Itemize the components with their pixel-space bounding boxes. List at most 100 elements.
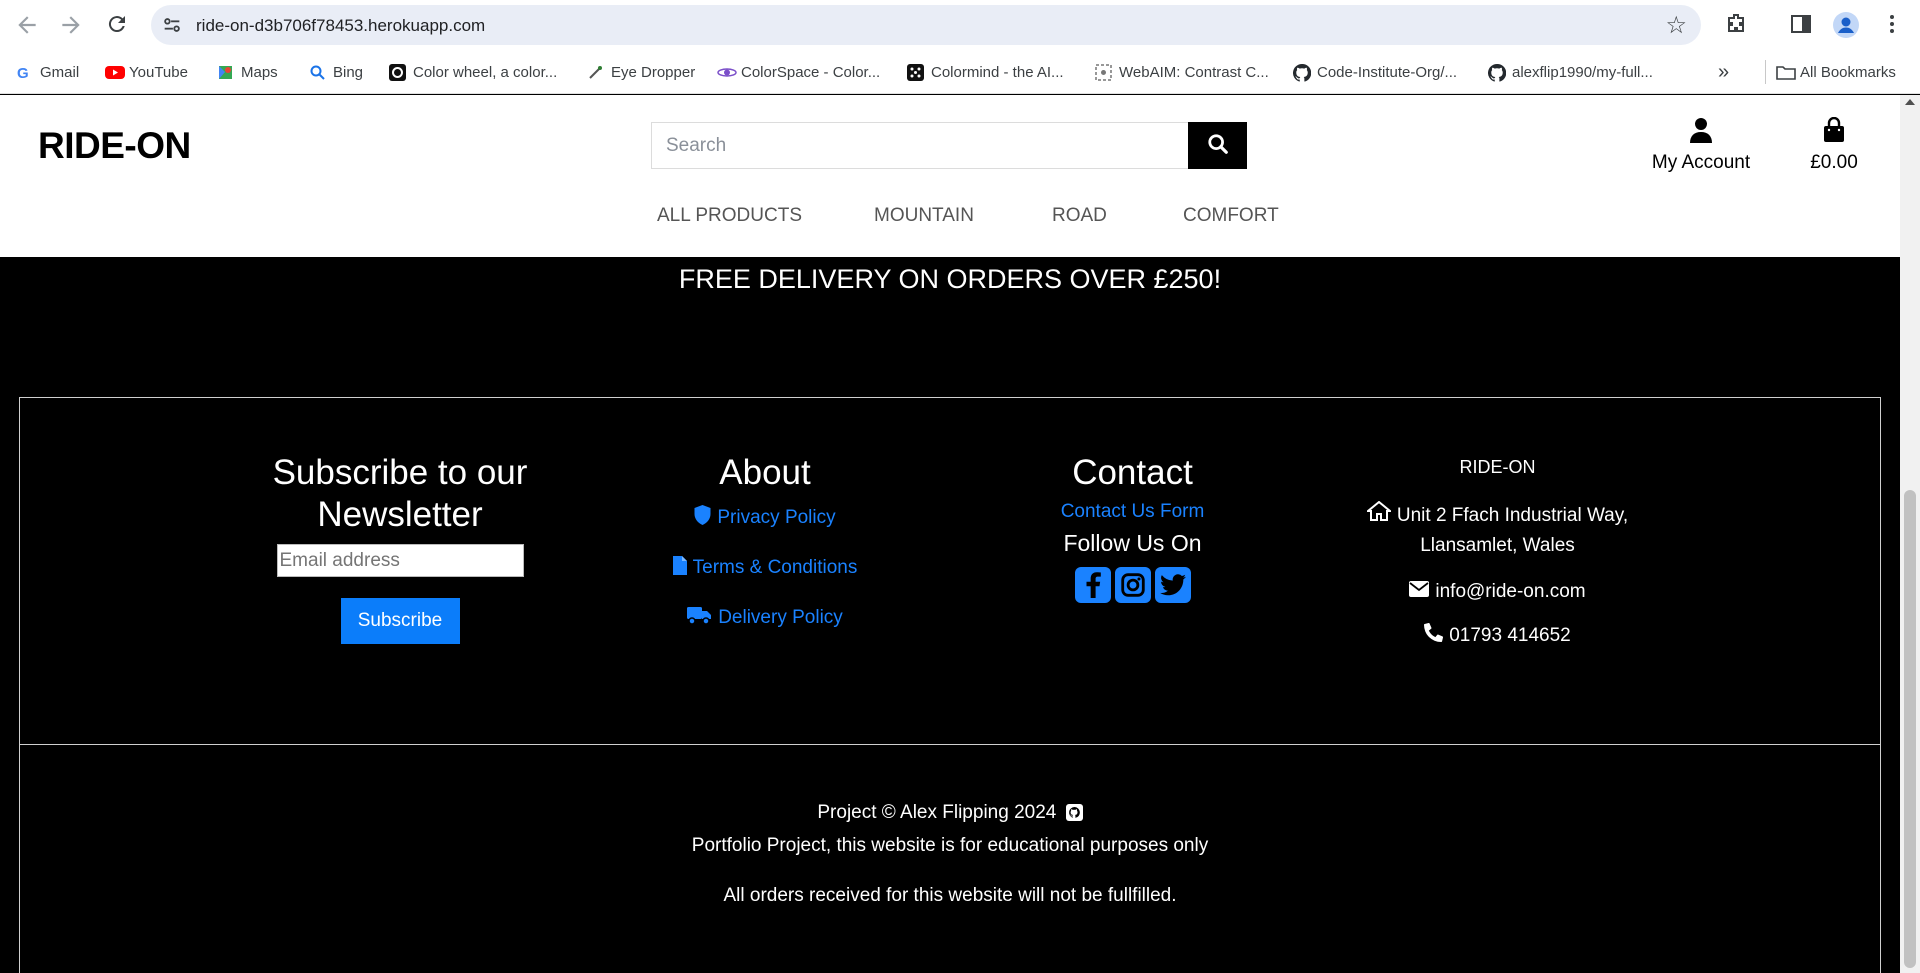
phone-icon bbox=[1424, 622, 1444, 648]
newsletter-email-input[interactable] bbox=[276, 544, 524, 577]
svg-text:G: G bbox=[17, 65, 29, 81]
nav-mountain[interactable]: MOUNTAIN bbox=[874, 205, 974, 227]
bing-icon bbox=[309, 64, 326, 81]
about-title: About bbox=[719, 453, 811, 492]
back-arrow-icon[interactable] bbox=[14, 12, 40, 38]
bookmark-label: Gmail bbox=[40, 63, 80, 81]
colormind-icon bbox=[907, 63, 924, 81]
basket-link[interactable]: £0.00 bbox=[1800, 116, 1868, 174]
bookmark-colormind[interactable]: Colormind - the AI... bbox=[907, 62, 1064, 82]
bookmark-label: YouTube bbox=[129, 63, 188, 81]
contact-us-form-link[interactable]: Contact Us Form bbox=[1010, 498, 1255, 526]
webaim-icon bbox=[1095, 63, 1112, 81]
menu-kebab-icon[interactable] bbox=[1880, 12, 1906, 38]
copyright-text: Project © Alex Flipping 2024 bbox=[817, 802, 1057, 823]
bookmark-bing[interactable]: Bing bbox=[309, 62, 363, 82]
side-panel-icon[interactable] bbox=[1789, 12, 1815, 38]
scroll-up-arrow-icon[interactable] bbox=[1905, 99, 1915, 105]
search-icon bbox=[1207, 133, 1229, 158]
nav-comfort[interactable]: COMFORT bbox=[1183, 205, 1279, 227]
bookmark-label: alexflip1990/my-full... bbox=[1512, 63, 1653, 81]
privacy-policy-label: Privacy Policy bbox=[717, 507, 836, 528]
more-bookmarks-icon[interactable]: » bbox=[1718, 61, 1729, 83]
bookmark-color-wheel[interactable]: Color wheel, a color... bbox=[389, 62, 557, 82]
facebook-icon[interactable] bbox=[1074, 567, 1111, 603]
site-header: RIDE-ON My Account £0.00 ALL PRODUCTS MO… bbox=[0, 95, 1900, 257]
forward-arrow-icon[interactable] bbox=[58, 12, 84, 38]
bookmark-maps[interactable]: Maps bbox=[217, 62, 278, 82]
contact-section: Contact Contact Us Form Follow Us On bbox=[1010, 452, 1255, 603]
url-text[interactable]: ride-on-d3b706f78453.herokuapp.com bbox=[196, 16, 485, 36]
address-line-1: Unit 2 Ffach Industrial Way, bbox=[1345, 500, 1650, 531]
email-address[interactable]: info@ride-on.com bbox=[1435, 581, 1585, 603]
site-info-icon[interactable] bbox=[161, 14, 183, 36]
bookmark-star-icon[interactable]: ☆ bbox=[1665, 11, 1687, 40]
search-form bbox=[651, 122, 1247, 169]
twitter-icon[interactable] bbox=[1154, 567, 1191, 603]
bookmark-label: Color wheel, a color... bbox=[413, 63, 558, 81]
newsletter-section: Subscribe to our Newsletter Subscribe bbox=[245, 452, 555, 644]
privacy-policy-link[interactable]: Privacy Policy bbox=[640, 498, 890, 538]
all-bookmarks[interactable]: All Bookmarks bbox=[1776, 62, 1896, 82]
bookmark-label: Code-Institute-Org/... bbox=[1317, 63, 1458, 81]
terms-conditions-label: Terms & Conditions bbox=[692, 557, 858, 578]
maps-icon bbox=[217, 64, 234, 81]
page-scrollbar[interactable] bbox=[1900, 95, 1920, 973]
bookmark-alexflip[interactable]: alexflip1990/my-full... bbox=[1487, 62, 1653, 82]
bookmark-colorspace[interactable]: ColorSpace - Color... bbox=[717, 62, 880, 82]
scrollbar-thumb[interactable] bbox=[1904, 490, 1916, 968]
colorspace-icon bbox=[717, 64, 737, 81]
my-account-link[interactable]: My Account bbox=[1645, 117, 1757, 174]
reload-icon[interactable] bbox=[104, 12, 130, 38]
shield-icon bbox=[694, 505, 711, 531]
bookmark-label: WebAIM: Contrast C... bbox=[1119, 63, 1269, 81]
extensions-icon[interactable] bbox=[1724, 12, 1750, 38]
bookmark-code-institute[interactable]: Code-Institute-Org/... bbox=[1292, 62, 1458, 82]
address-line-2: Llansamlet, Wales bbox=[1420, 535, 1575, 556]
search-button[interactable] bbox=[1188, 122, 1247, 169]
all-bookmarks-label: All Bookmarks bbox=[1800, 63, 1896, 81]
about-section: About Privacy Policy Terms & Conditions … bbox=[640, 452, 890, 638]
profile-avatar-icon[interactable] bbox=[1833, 12, 1859, 38]
address-bar[interactable]: ride-on-d3b706f78453.herokuapp.com ☆ bbox=[151, 5, 1701, 45]
address-line-1-text: Unit 2 Ffach Industrial Way, bbox=[1396, 505, 1629, 526]
free-delivery-banner: FREE DELIVERY ON ORDERS OVER £250! bbox=[678, 264, 1222, 294]
bookmark-youtube[interactable]: YouTube bbox=[105, 62, 188, 82]
copyright-section: Project © Alex Flipping 2024 Portfolio P… bbox=[0, 798, 1900, 911]
bookmark-eye-dropper[interactable]: Eye Dropper bbox=[587, 62, 695, 82]
color-wheel-icon bbox=[389, 63, 406, 81]
gmail-icon: G bbox=[16, 64, 33, 82]
main-nav: ALL PRODUCTS MOUNTAIN ROAD COMFORT bbox=[0, 205, 1900, 245]
contact-title: Contact bbox=[1072, 453, 1193, 492]
github-icon bbox=[1487, 63, 1507, 82]
github-icon bbox=[1292, 63, 1312, 82]
newsletter-title: Subscribe to our Newsletter bbox=[272, 453, 528, 534]
search-input[interactable] bbox=[651, 122, 1189, 169]
delivery-policy-link[interactable]: Delivery Policy bbox=[640, 598, 890, 638]
bookmark-label: Maps bbox=[241, 63, 278, 81]
my-account-label: My Account bbox=[1651, 152, 1751, 173]
footer-divider bbox=[19, 744, 1881, 745]
address-brand: RIDE-ON bbox=[1459, 457, 1536, 477]
nav-road[interactable]: ROAD bbox=[1052, 205, 1107, 227]
bookmark-label: ColorSpace - Color... bbox=[741, 63, 881, 81]
address-section: RIDE-ON Unit 2 Ffach Industrial Way, Lla… bbox=[1345, 457, 1650, 648]
nav-all-products[interactable]: ALL PRODUCTS bbox=[657, 205, 802, 227]
youtube-icon bbox=[105, 64, 125, 81]
envelope-icon bbox=[1409, 581, 1430, 603]
bookmark-gmail[interactable]: G Gmail bbox=[16, 62, 79, 82]
github-icon[interactable] bbox=[1065, 801, 1083, 831]
follow-us-label: Follow Us On bbox=[1063, 530, 1202, 556]
home-icon bbox=[1365, 500, 1393, 531]
disclaimer-text: Portfolio Project, this website is for e… bbox=[691, 835, 1209, 856]
bookmark-webaim[interactable]: WebAIM: Contrast C... bbox=[1095, 62, 1269, 82]
bookmark-label: Eye Dropper bbox=[611, 63, 696, 81]
phone-number[interactable]: 01793 414652 bbox=[1449, 625, 1571, 647]
bookmark-label: Bing bbox=[333, 63, 364, 81]
terms-conditions-link[interactable]: Terms & Conditions bbox=[640, 548, 890, 588]
instagram-icon[interactable] bbox=[1114, 567, 1151, 603]
site-logo[interactable]: RIDE-ON bbox=[38, 125, 191, 167]
bookmarks-separator bbox=[1765, 60, 1766, 84]
subscribe-button[interactable]: Subscribe bbox=[340, 598, 460, 644]
email-line: info@ride-on.com bbox=[1345, 581, 1650, 603]
